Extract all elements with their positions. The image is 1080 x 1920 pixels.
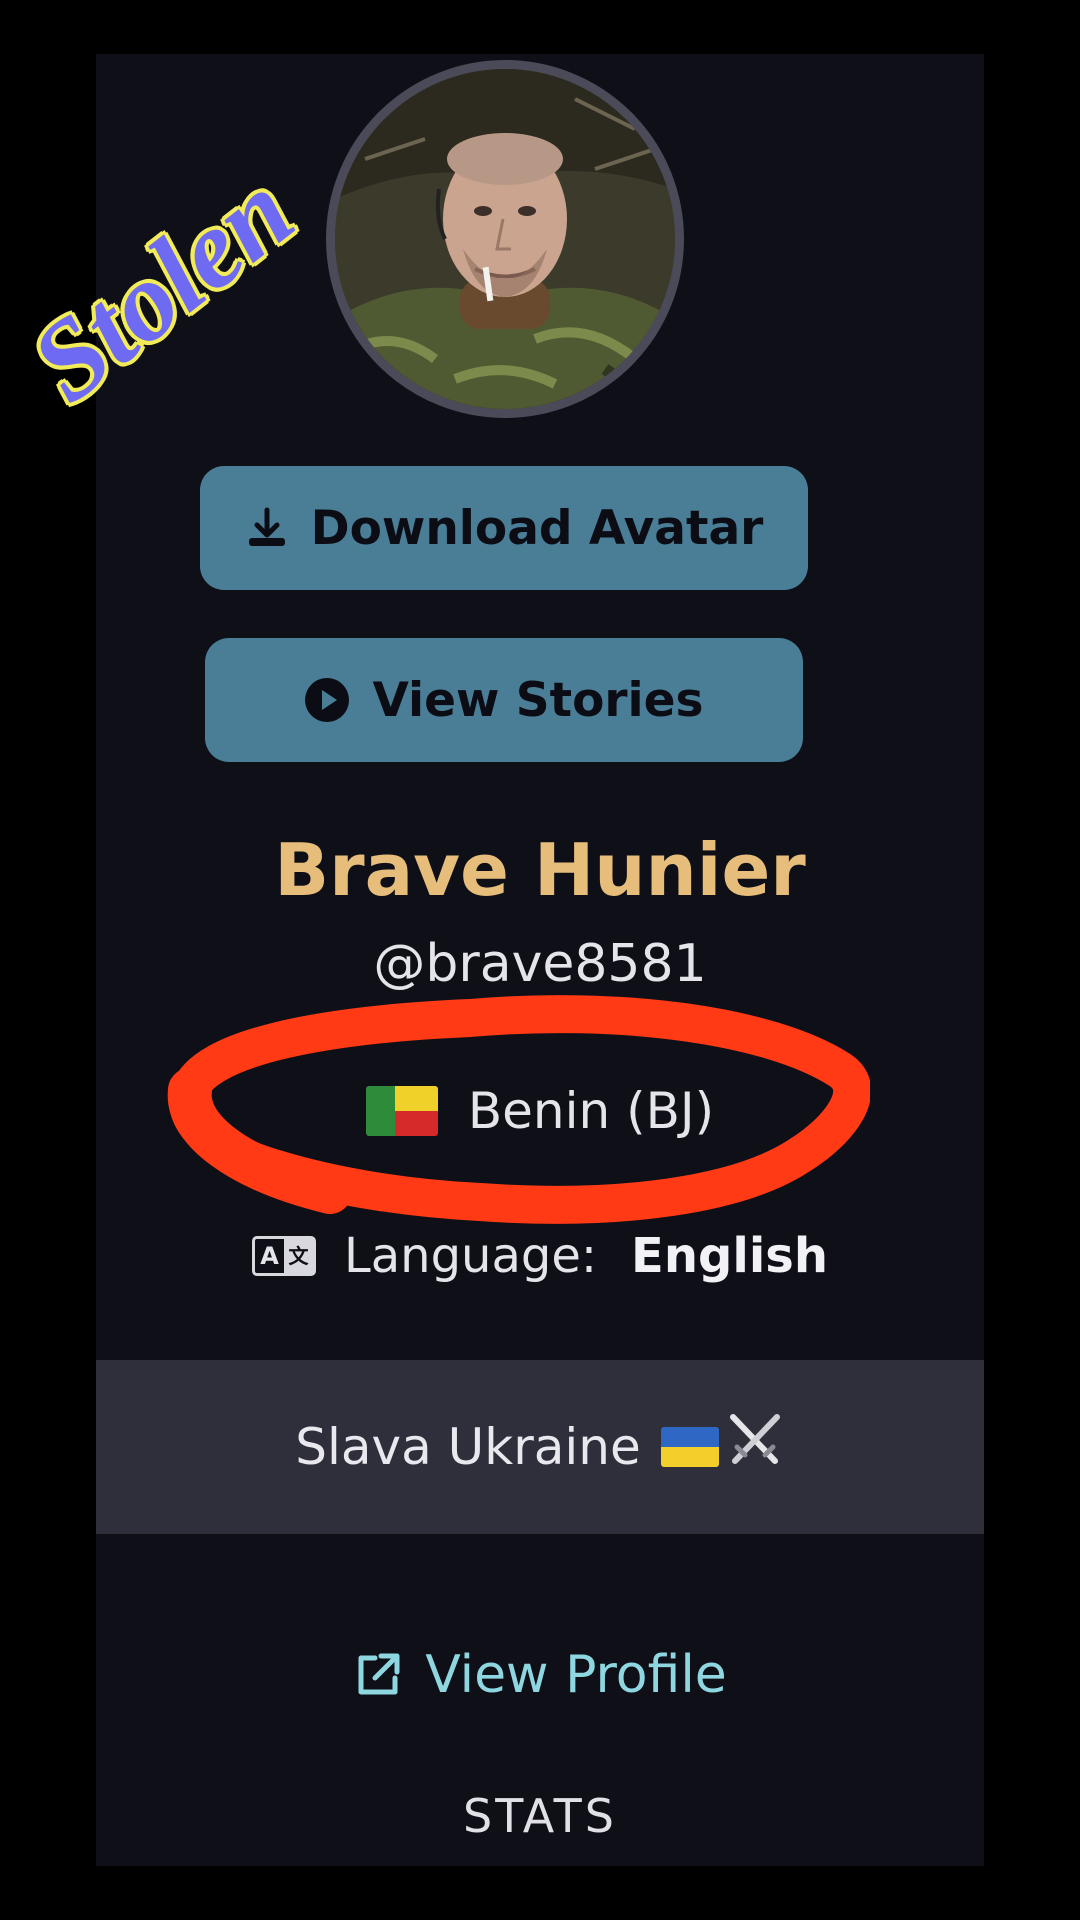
bio-text: Slava Ukraine (295, 1418, 641, 1476)
download-avatar-label: Download Avatar (310, 500, 764, 556)
avatar[interactable] (326, 60, 684, 418)
translate-icon: A文 (251, 1236, 316, 1276)
ukraine-flag-icon (660, 1427, 719, 1467)
crossed-swords-icon (725, 1411, 785, 1483)
view-profile-label: View Profile (425, 1645, 727, 1705)
profile-name: Brave Hunier (274, 828, 806, 912)
view-stories-label: View Stories (372, 672, 704, 728)
view-profile-link[interactable]: View Profile (96, 1640, 984, 1710)
screen: Download Avatar View Stories Brave Hunie… (0, 0, 1080, 1920)
external-link-icon (353, 1650, 403, 1700)
download-icon (245, 506, 289, 550)
stats-heading: STATS (463, 1789, 617, 1843)
profile-handle: @brave8581 (373, 934, 707, 994)
view-stories-button[interactable]: View Stories (205, 638, 803, 762)
language-value: English (631, 1228, 829, 1284)
country-label: Benin (BJ) (467, 1082, 715, 1140)
benin-flag-icon (365, 1086, 438, 1136)
profile-bio: Slava Ukraine (96, 1360, 984, 1534)
profile-country: Benin (BJ) (96, 1076, 984, 1146)
language-label: Language: (343, 1228, 598, 1284)
profile-language: A文 Language: English (96, 1222, 984, 1290)
download-avatar-button[interactable]: Download Avatar (200, 466, 808, 590)
play-circle-icon (304, 677, 350, 723)
profile-photo (335, 69, 675, 409)
